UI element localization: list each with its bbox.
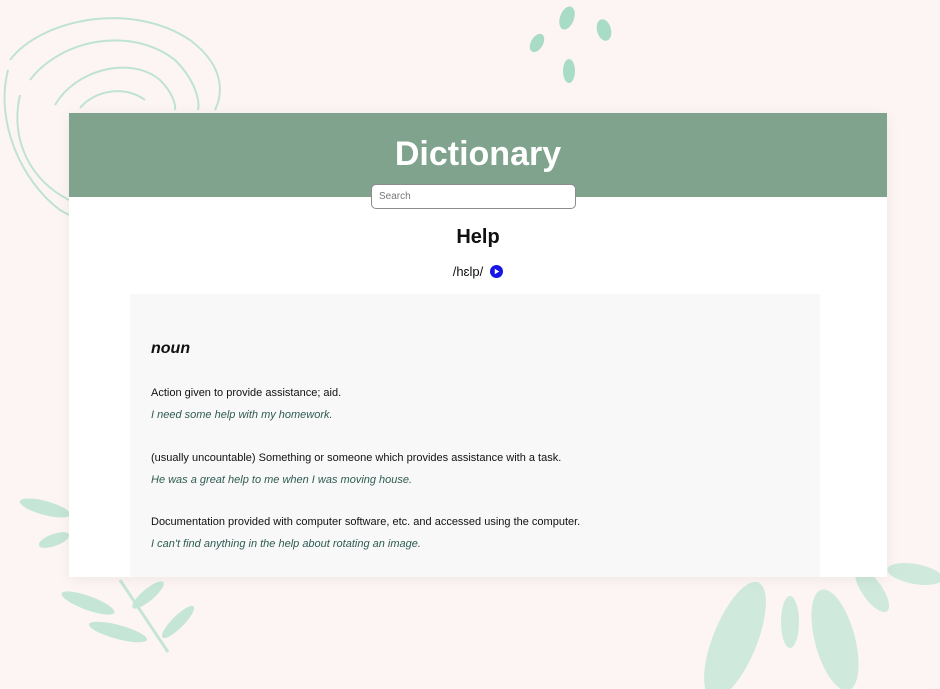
- example-text: He was a great help to me when I was mov…: [151, 474, 413, 486]
- app-title: Dictionary: [394, 135, 562, 173]
- brush-strokes-decoration: [704, 563, 940, 689]
- play-audio-button[interactable]: [490, 265, 504, 278]
- phonetic-text: /hɛlp/: [452, 264, 484, 279]
- dictionary-card: Dictionary Help /hɛlp/ noun Action given…: [69, 113, 887, 577]
- definition-text: Action given to provide assistance; aid.: [151, 387, 342, 399]
- meaning-panel: noun Action given to provide assistance;…: [130, 294, 820, 577]
- word-title: Help: [456, 226, 500, 248]
- example-text: I can't find anything in the help about …: [151, 538, 421, 550]
- page: Dictionary Help /hɛlp/ noun Action given…: [0, 0, 940, 689]
- part-of-speech: noun: [151, 340, 191, 357]
- phonetic-row: /hɛlp/: [69, 264, 887, 279]
- definition-text: Documentation provided with computer sof…: [151, 516, 581, 528]
- dots-decoration: [529, 6, 612, 83]
- search-input[interactable]: [371, 184, 576, 209]
- definition-text: (usually uncountable) Something or someo…: [151, 452, 562, 464]
- play-circle-icon: [495, 268, 500, 275]
- example-text: I need some help with my homework.: [151, 409, 333, 421]
